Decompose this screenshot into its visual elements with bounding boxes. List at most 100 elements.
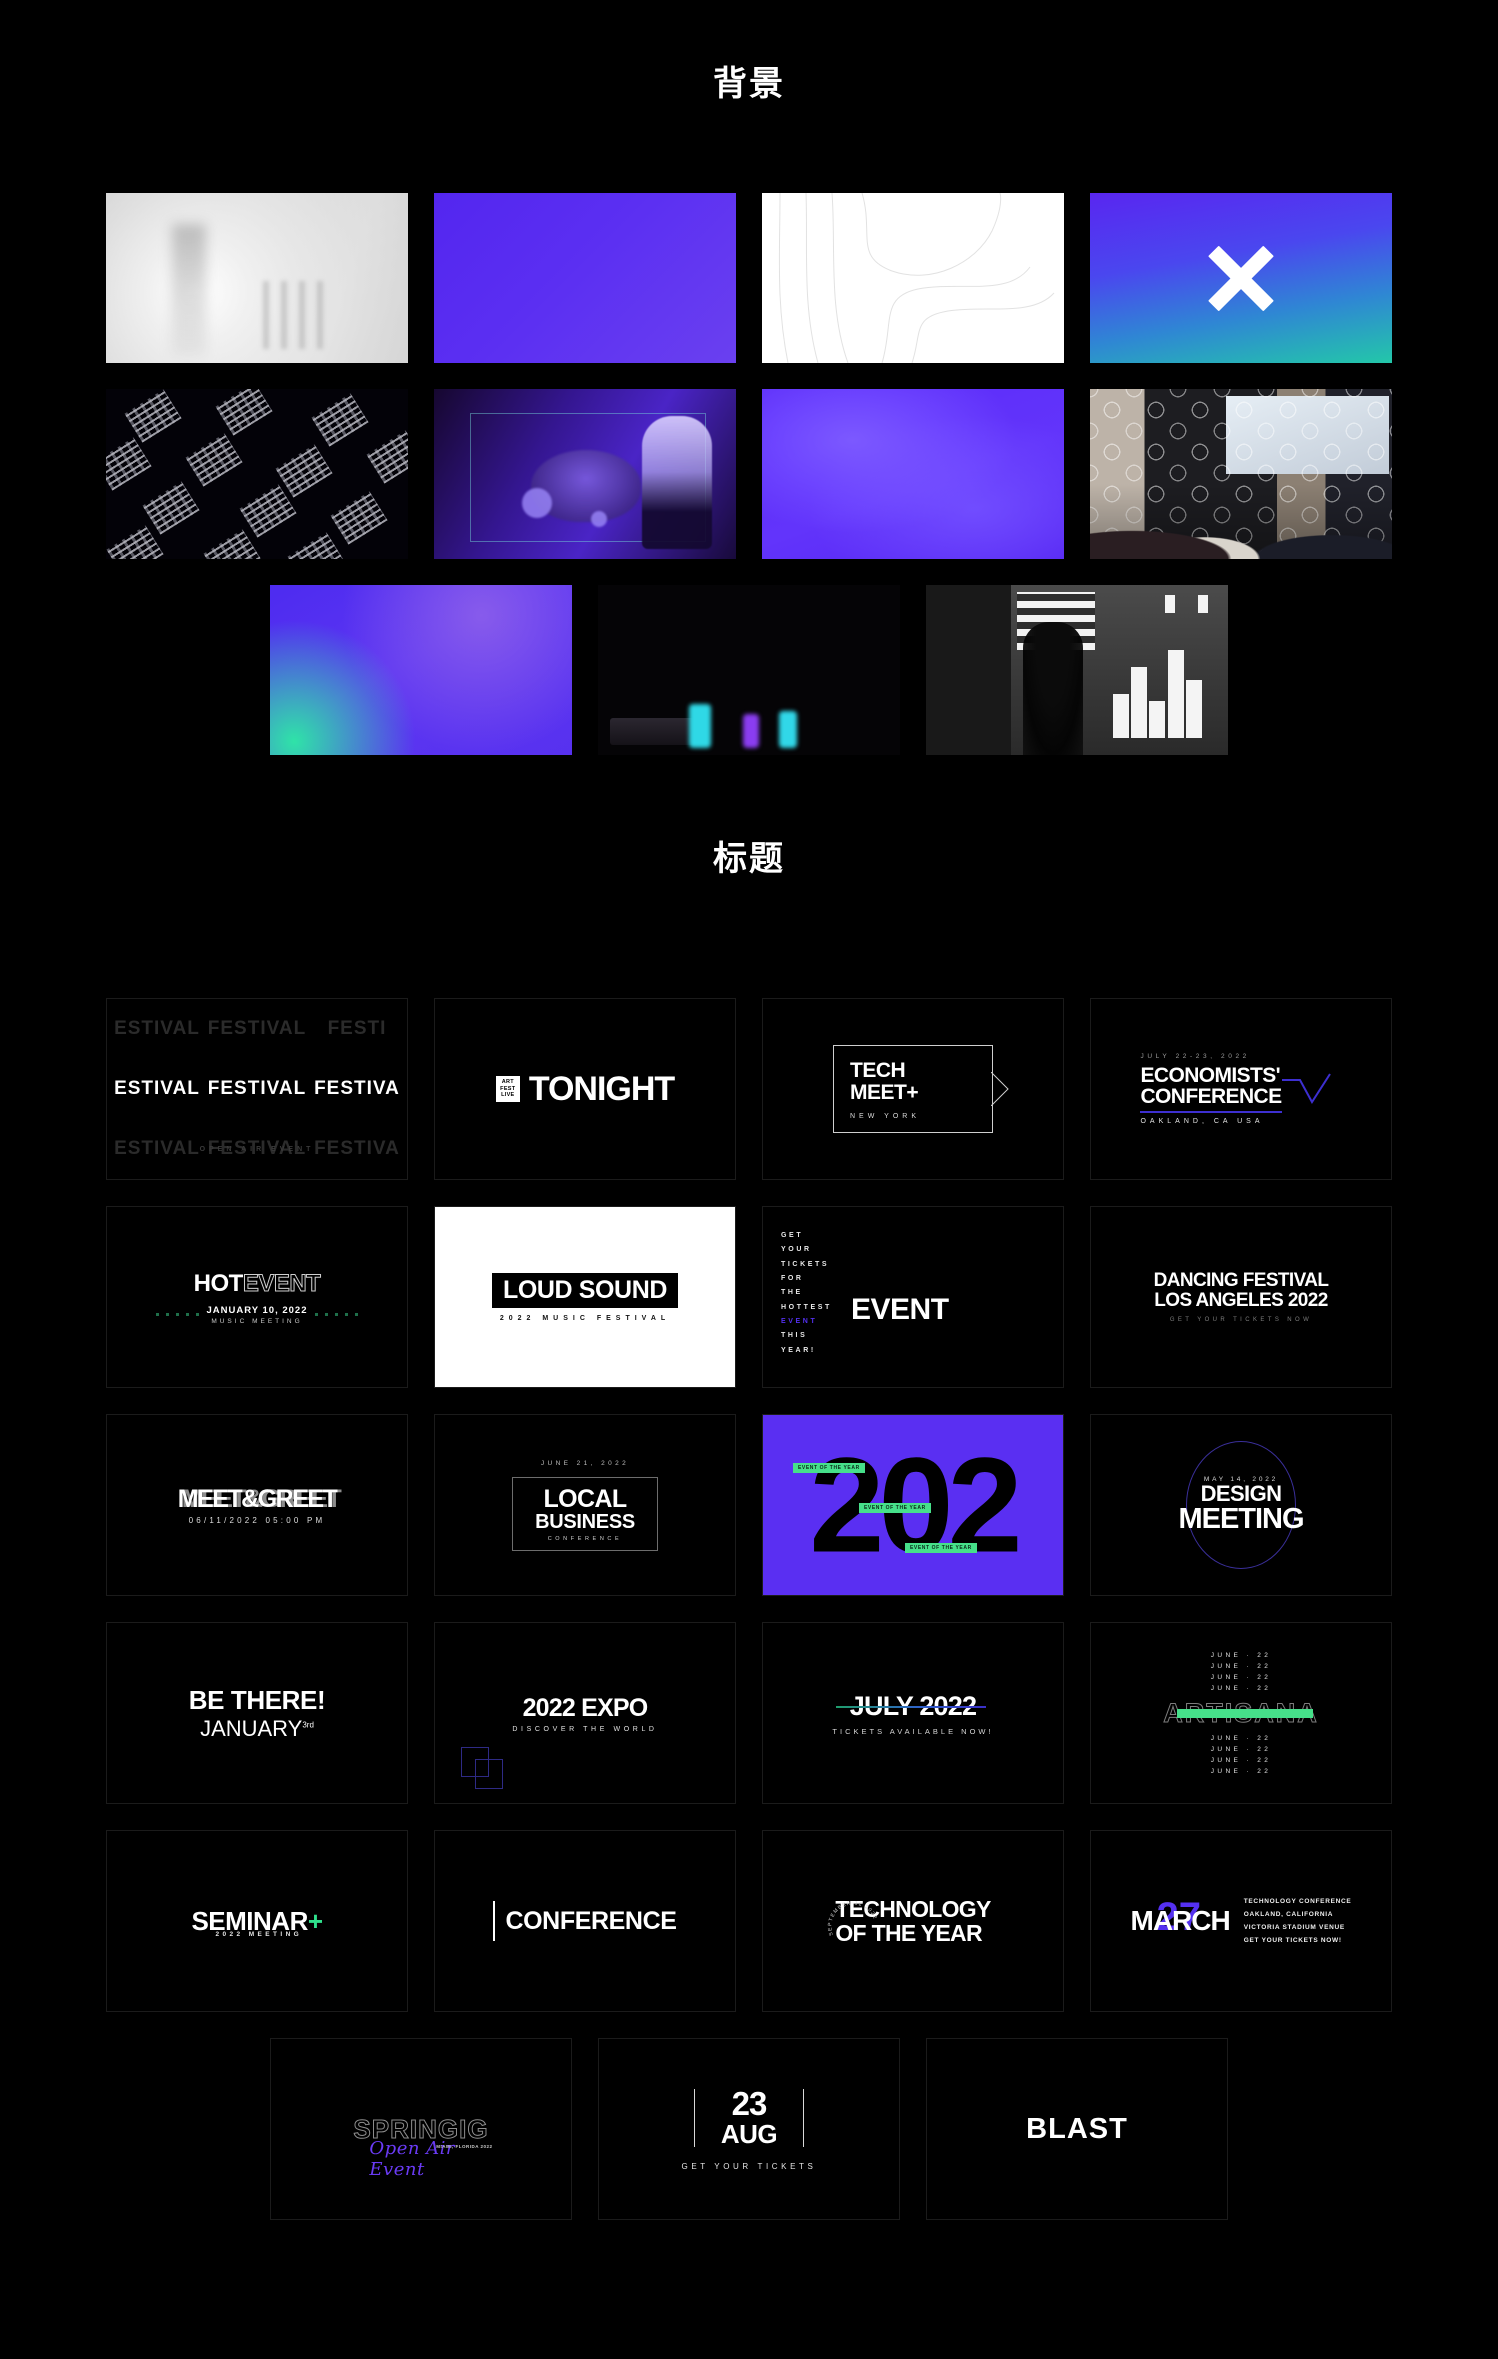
title-thumb-meet-and-greet[interactable]: MEET&GREET MEET&GREET 06/11/2022 05:00 P… bbox=[106, 1414, 408, 1596]
be-there-line-2: JANUARY3rd bbox=[200, 1716, 314, 1742]
dancing-subtitle: GET YOUR TICKETS NOW bbox=[1169, 1316, 1313, 1323]
march-info-line: OAKLAND, CALIFORNIA bbox=[1243, 1911, 1334, 1918]
title-thumb-economists-conference[interactable]: JULY 22-23, 2022 ECONOMISTS' CONFERENCE … bbox=[1090, 998, 1392, 1180]
title-thumb-tech-meet[interactable]: TECH MEET+ NEW YORK bbox=[762, 998, 1064, 1180]
title-thumb-dancing-festival[interactable]: DANCING FESTIVAL LOS ANGELES 2022 GET YO… bbox=[1090, 1206, 1392, 1388]
local-business-line-1: LOCAL bbox=[543, 1484, 627, 1513]
art-fest-live-badge: ART FEST LIVE bbox=[495, 1076, 520, 1102]
title-thumb-year-202[interactable]: 202 EVENT OF THE YEAR EVENT OF THE YEAR … bbox=[762, 1414, 1064, 1596]
hot-event-subtitle: MUSIC MEETING bbox=[211, 1317, 303, 1325]
stage-presenter-silhouette bbox=[641, 416, 712, 549]
background-thumb-violet-flat-gradient[interactable] bbox=[434, 193, 736, 363]
x-mark-icon bbox=[1202, 239, 1280, 317]
title-thumb-event-tickets[interactable]: GET YOUR TICKETS FOR THE HOTTEST EVENT T… bbox=[762, 1206, 1064, 1388]
title-thumb-blast[interactable]: BLAST BLAST bbox=[926, 2038, 1228, 2220]
background-thumb-dark-neon-room[interactable] bbox=[598, 585, 900, 755]
title-thumb-local-business[interactable]: JUNE 21, 2022 LOCAL BUSINESS CONFERENCE bbox=[434, 1414, 736, 1596]
template-browser-page: 背景 标题 ESTIVAL FESTIVAL FESTI ESTIVAL FES… bbox=[0, 0, 1498, 2359]
neon-bench bbox=[610, 717, 701, 745]
year-202-tag: EVENT OF THE YEAR bbox=[859, 1503, 931, 1513]
event-tickets-lockup: GET YOUR TICKETS FOR THE HOTTEST EVENT T… bbox=[763, 1207, 1063, 1387]
background-thumb-bright-corridor[interactable] bbox=[106, 193, 408, 363]
be-there-line-1: BE THERE! bbox=[188, 1684, 326, 1715]
title-thumb-march-27[interactable]: 27 MARCH TECHNOLOGY CONFERENCE OAKLAND, … bbox=[1090, 1830, 1392, 2012]
artisana-date-line: JUNE · 22 bbox=[1210, 1756, 1272, 1764]
tech-meet-line-1: TECH bbox=[850, 1058, 906, 1082]
july-subtitle: TICKETS AVAILABLE NOW! bbox=[832, 1726, 994, 1736]
chart-bar bbox=[1131, 666, 1148, 738]
stack-line: THIS bbox=[781, 1332, 808, 1340]
stack-line: TICKETS bbox=[781, 1260, 830, 1268]
hot-event-date-row: JANUARY 10, 2022 MUSIC MEETING bbox=[156, 1305, 358, 1325]
background-thumb-conference-logo-backdrop[interactable] bbox=[1090, 389, 1392, 559]
title-thumb-conference[interactable]: CONFERENCE bbox=[434, 1830, 736, 2012]
technology-lockup: SEPTEMBER 12 2022 TECHNOLOGY OF THE YEAR bbox=[828, 1897, 992, 1945]
festival-word: FESTI bbox=[327, 1018, 387, 1039]
year-202-panel: 202 EVENT OF THE YEAR EVENT OF THE YEAR … bbox=[763, 1415, 1063, 1595]
aug-lockup: 23 AUG GET YOUR TICKETS bbox=[682, 2087, 817, 2172]
expo-line-1: 2022 EXPO bbox=[522, 1693, 649, 1722]
chart-tick bbox=[1197, 595, 1208, 614]
title-thumb-springig[interactable]: SPRINGIG Open Air Event MIAMI, FLORIDA 2… bbox=[270, 2038, 572, 2220]
title-thumb-tonight[interactable]: ART FEST LIVE TONIGHT bbox=[434, 998, 736, 1180]
background-thumb-white-contour-lines[interactable] bbox=[762, 193, 1064, 363]
zigzag-line-icon bbox=[1281, 1073, 1331, 1104]
march-info-block: TECHNOLOGY CONFERENCE OAKLAND, CALIFORNI… bbox=[1244, 1895, 1352, 1947]
artisana-date-line: JUNE · 22 bbox=[1210, 1767, 1272, 1775]
title-thumb-loud-sound[interactable]: LOUD SOUND 2022 MUSIC FESTIVAL bbox=[434, 1206, 736, 1388]
title-thumb-be-there[interactable]: BE THERE! JANUARY3rd bbox=[106, 1622, 408, 1804]
titles-grid: ESTIVAL FESTIVAL FESTI ESTIVAL FESTIVAL … bbox=[0, 998, 1498, 2220]
background-thumb-purple-stage-presenter[interactable] bbox=[434, 389, 736, 559]
aug-date-row: 23 AUG bbox=[682, 2087, 817, 2149]
background-thumb-dark-tile-pattern[interactable] bbox=[106, 389, 408, 559]
artisana-date-line: JUNE · 22 bbox=[1210, 1684, 1272, 1692]
aug-month: AUG bbox=[720, 2118, 778, 2149]
artisana-date-line: JUNE · 22 bbox=[1210, 1662, 1272, 1670]
background-thumb-violet-soft-gradient[interactable] bbox=[762, 389, 1064, 559]
title-thumb-hot-event[interactable]: HOT EVENT JANUARY 10, 2022 MUSIC MEETING bbox=[106, 1206, 408, 1388]
july-lockup: JULY 2022 TICKETS AVAILABLE NOW! bbox=[832, 1691, 993, 1736]
artisana-date-line: JUNE · 22 bbox=[1210, 1673, 1272, 1681]
seminar-plus-glyph: + bbox=[307, 1905, 323, 1936]
page-title-backgrounds: 背景 bbox=[713, 65, 785, 103]
economists-rule bbox=[1140, 1111, 1282, 1113]
neon-glow bbox=[779, 710, 798, 749]
title-thumb-expo-2022[interactable]: 2022 EXPO DISCOVER THE WORLD bbox=[434, 1622, 736, 1804]
aug-subtitle: GET YOUR TICKETS bbox=[681, 2162, 817, 2172]
be-there-lockup: BE THERE! JANUARY3rd bbox=[189, 1685, 326, 1742]
stage-dot bbox=[521, 487, 552, 518]
badge-line-2: FEST bbox=[500, 1085, 516, 1092]
title-thumb-july-2022[interactable]: JULY 2022 TICKETS AVAILABLE NOW! bbox=[762, 1622, 1064, 1804]
meet-greet-subtitle: 06/11/2022 05:00 PM bbox=[188, 1516, 326, 1525]
title-thumb-design-meeting[interactable]: MAY 14, 2022 DESIGN MEETING bbox=[1090, 1414, 1392, 1596]
stack-line: FOR bbox=[781, 1275, 804, 1283]
chart-bar bbox=[1185, 680, 1202, 738]
artisana-lockup: JUNE · 22 JUNE · 22 JUNE · 22 JUNE · 22 … bbox=[1091, 1623, 1391, 1803]
background-thumb-bw-presenter-chart[interactable] bbox=[926, 585, 1228, 755]
conference-rule bbox=[493, 1901, 496, 1941]
springig-lockup: SPRINGIG Open Air Event MIAMI, FLORIDA 2… bbox=[353, 2113, 492, 2180]
economists-lockup: JULY 22-23, 2022 ECONOMISTS' CONFERENCE … bbox=[1140, 1053, 1282, 1125]
festival-word: FESTIVAL bbox=[207, 1078, 307, 1099]
chart-bar bbox=[1149, 700, 1166, 738]
title-thumb-artisana[interactable]: JUNE · 22 JUNE · 22 JUNE · 22 JUNE · 22 … bbox=[1090, 1622, 1392, 1804]
contour-lines-icon bbox=[778, 193, 1055, 363]
badge-line-1: ART bbox=[501, 1078, 514, 1085]
stack-line: YEAR! bbox=[781, 1346, 816, 1354]
title-thumb-aug-23[interactable]: 23 AUG GET YOUR TICKETS bbox=[598, 2038, 900, 2220]
presenter-silhouette bbox=[1022, 622, 1083, 755]
chart-bar bbox=[1113, 693, 1130, 738]
hot-event-lockup: HOT EVENT JANUARY 10, 2022 MUSIC MEETING bbox=[156, 1269, 358, 1325]
background-thumb-violet-teal-x-mark[interactable] bbox=[1090, 193, 1392, 363]
title-thumb-technology-of-the-year[interactable]: SEPTEMBER 12 2022 TECHNOLOGY OF THE YEAR bbox=[762, 1830, 1064, 2012]
march-word: MARCH bbox=[1130, 1905, 1231, 1936]
loud-sound-lockup: LOUD SOUND 2022 MUSIC FESTIVAL bbox=[491, 1272, 679, 1322]
background-thumb-teal-violet-gradient[interactable] bbox=[270, 585, 572, 755]
local-business-line-2: BUSINESS bbox=[535, 1510, 635, 1533]
conference-lockup: CONFERENCE bbox=[493, 1901, 677, 1941]
meet-greet-lockup: MEET&GREET MEET&GREET 06/11/2022 05:00 P… bbox=[178, 1485, 342, 1525]
title-thumb-seminar-plus[interactable]: SEMINAR+ 2022 MEETING bbox=[106, 1830, 408, 2012]
title-thumb-festival-grid[interactable]: ESTIVAL FESTIVAL FESTI ESTIVAL FESTIVAL … bbox=[106, 998, 408, 1180]
dancing-line-2: LOS ANGELES 2022 bbox=[1154, 1289, 1328, 1311]
march-info-line: GET YOUR TICKETS NOW! bbox=[1243, 1937, 1342, 1944]
